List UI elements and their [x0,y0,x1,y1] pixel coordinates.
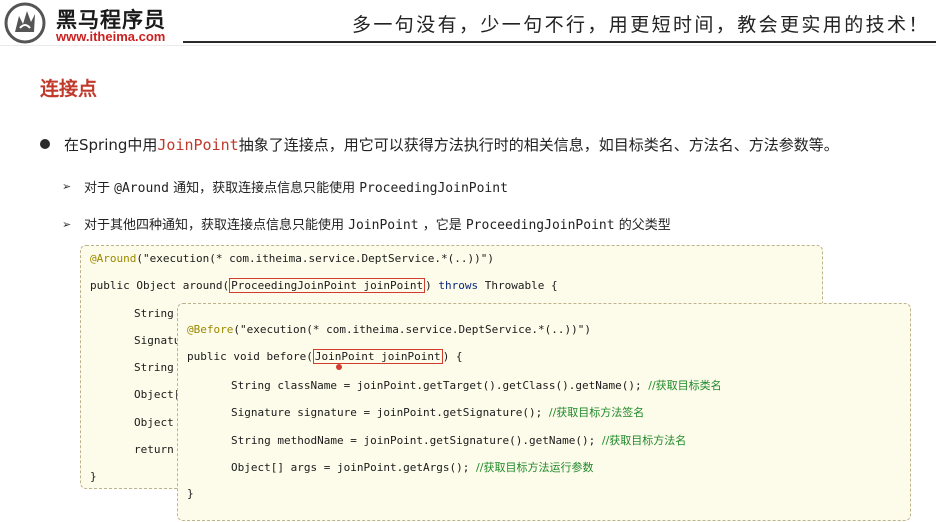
code-line: Object[ [134,388,181,401]
arrow-bullet-icon: ➢ [62,218,72,231]
code-signature-suffix: Throwable { [478,279,558,292]
bullet-dot-icon [40,139,50,149]
sub-bullet-text: ，它是 [418,218,466,233]
code-line: Signature signature = joinPoint.getSigna… [231,404,644,420]
code-line: String [134,307,174,320]
code-signature-prefix: public void before( [187,350,313,363]
slogan: 多一句没有，少一句不行，用更短时间，教会更实用的技术！ [352,14,930,36]
bullet-main-prefix: 在Spring中用 [64,136,158,154]
code-comment: //获取目标方法运行参数 [476,461,594,474]
code-signature-suffix: ) { [442,350,463,363]
heima-logo-icon [4,2,46,44]
code-annotation-line: @Around("execution(* com.itheima.service… [90,252,494,265]
bullet-main-suffix: 抽象了连接点，用它可以获得方法执行时的相关信息，如目标类名、方法名、方法参数等。 [238,136,839,154]
code-line: Signatu [134,334,181,347]
code-comment: //获取目标方法名 [601,434,687,447]
pointer-cursor-icon [336,364,342,370]
code-line: String className = joinPoint.getTarget()… [231,377,722,393]
header-divider [183,41,936,43]
highlight-param-box: ProceedingJoinPoint joinPoint [229,278,426,293]
sub-bullet-text: 对于其他四种通知，获取连接点信息只能使用 [84,218,349,233]
sub-bullet-code: JoinPoint [348,218,419,233]
sub-bullet-text: 通知，获取连接点信息只能使用 [168,181,360,196]
sub-bullet-text: 对于 [84,181,115,196]
code-signature-prefix: public Object around( [90,279,230,292]
code-line: String methodName = joinPoint.getSignatu… [231,432,686,448]
arrow-bullet-icon: ➢ [62,180,72,193]
code-close-brace: } [187,487,194,500]
code-statement: String methodName = joinPoint.getSignatu… [231,434,602,447]
code-statement: Object[] args = joinPoint.getArgs(); [231,461,477,474]
code-annotation-arg: ("execution(* com.itheima.service.DeptSe… [233,323,591,336]
highlight-param-box: JoinPoint joinPoint [312,349,443,364]
sub-bullet-other-advice: 对于其他四种通知，获取连接点信息只能使用 JoinPoint ，它是 Proce… [84,214,671,233]
before-code-block: @Before("execution(* com.itheima.service… [177,303,911,521]
code-signature-mid: ) [425,279,439,292]
sub-bullet-code: @Around [114,181,169,196]
code-annotation-line: @Before("execution(* com.itheima.service… [187,323,591,336]
code-close-brace: } [90,470,97,483]
code-statement: Signature signature = joinPoint.getSigna… [231,406,549,419]
sub-bullet-text: 的父类型 [614,218,671,233]
code-line: Object [134,416,174,429]
code-line: Object[] args = joinPoint.getArgs(); //获… [231,459,593,475]
section-title: 连接点 [40,78,98,100]
code-signature-line: public Object around(ProceedingJoinPoint… [90,278,558,293]
code-annotation: @Before [187,323,234,336]
sub-bullet-code: ProceedingJoinPoint [359,181,508,196]
bullet-main-keyword: JoinPoint [157,136,239,154]
header-divider-thin [0,45,936,46]
code-annotation-arg: ("execution(* com.itheima.service.DeptSe… [136,252,494,265]
bullet-main: 在Spring中用JoinPoint抽象了连接点，用它可以获得方法执行时的相关信… [64,134,839,155]
code-line: String [134,361,174,374]
code-annotation: @Around [90,252,137,265]
code-statement: String className = joinPoint.getTarget()… [231,379,649,392]
code-signature-line: public void before(JoinPoint joinPoint) … [187,349,463,364]
code-line: return [134,443,174,456]
brand-url: www.itheima.com [56,29,166,44]
sub-bullet-code: ProceedingJoinPoint [465,218,615,233]
code-throws-keyword: throws [438,279,479,292]
code-comment: //获取目标类名 [648,379,722,392]
sub-bullet-around: 对于 @Around 通知，获取连接点信息只能使用 ProceedingJoin… [84,177,508,196]
code-comment: //获取目标方法签名 [548,406,645,419]
